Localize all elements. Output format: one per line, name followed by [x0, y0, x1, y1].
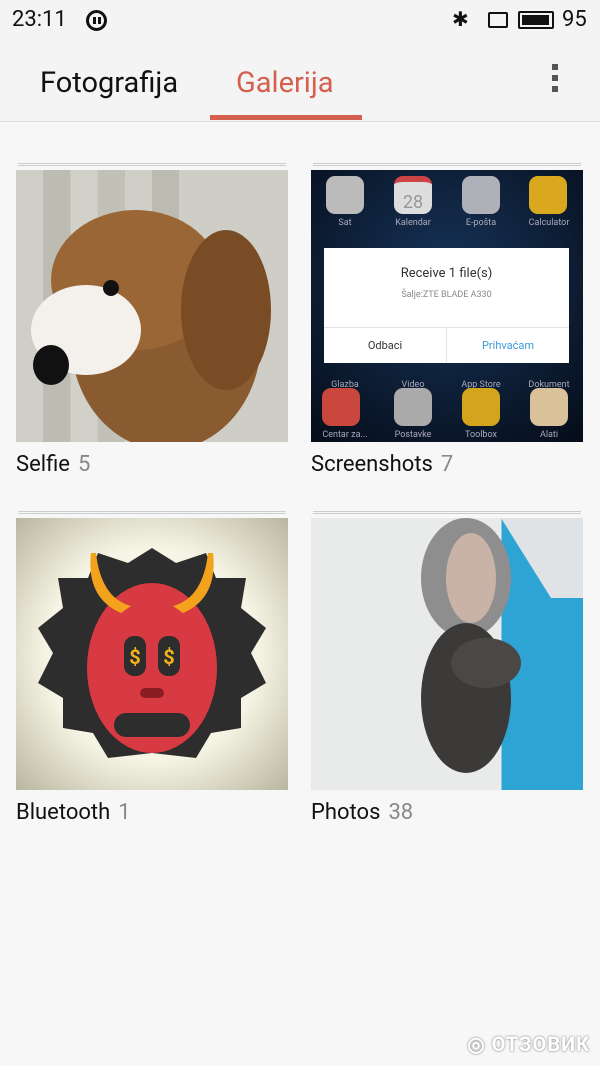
calendar-app-icon: 28 [394, 176, 432, 214]
status-bar: 23:11 ✱ 95 [0, 0, 600, 42]
active-tab-indicator [210, 115, 362, 120]
battery-icon [518, 11, 554, 29]
stack-divider [18, 163, 286, 166]
album-name: Bluetooth [16, 800, 111, 825]
album-thumbnail[interactable]: $ $ [16, 518, 288, 790]
album-count: 38 [388, 800, 414, 825]
clock-app-icon [326, 176, 364, 214]
album-name: Screenshots [311, 452, 433, 477]
svg-text:$: $ [129, 645, 140, 669]
album-screenshots[interactable]: Sat 28 Kalendar E-pošta Calculator Glazba… [311, 163, 583, 477]
album-bluetooth[interactable]: $ $ Bluetooth 1 [16, 511, 288, 825]
battery-level: 95 [562, 7, 587, 32]
album-name: Photos [311, 800, 381, 825]
album-thumbnail[interactable] [311, 518, 583, 790]
album-selfie[interactable]: Selfie 5 [16, 163, 288, 477]
sim-icon [488, 12, 508, 28]
tab-fotografija[interactable]: Fotografija [40, 66, 178, 100]
album-count: 7 [440, 452, 454, 477]
heart-app-icon [322, 388, 361, 426]
album-thumbnail[interactable]: Sat 28 Kalendar E-pošta Calculator Glazba… [311, 170, 583, 442]
devil-mask-image: $ $ [38, 548, 266, 758]
album-count: 1 [118, 800, 131, 825]
album-count: 5 [77, 452, 91, 477]
toolbox-app-icon [462, 388, 500, 426]
svg-text:$: $ [163, 645, 174, 669]
watermark-logo: ◎ ОТЗОВИК [467, 1032, 590, 1056]
album-thumbnail[interactable] [16, 170, 288, 442]
bluetooth-icon: ✱ [452, 7, 469, 31]
plush-dog-image [31, 210, 271, 442]
receive-dialog: Receive 1 file(s) Šalje:ZTE BLADE A330 O… [324, 248, 569, 363]
stack-divider [18, 511, 286, 514]
stack-divider [313, 511, 581, 514]
folder-app-icon [530, 388, 568, 426]
tab-galerija[interactable]: Galerija [236, 66, 334, 100]
pause-icon [86, 10, 107, 31]
clock: 23:11 [12, 7, 67, 32]
app-bar: Fotografija Galerija [0, 42, 600, 122]
album-photos[interactable]: Photos 38 [311, 511, 583, 825]
plush-mouse-image [421, 518, 583, 773]
more-options-icon[interactable] [548, 64, 562, 100]
settings-app-icon [394, 388, 432, 426]
stack-divider [313, 163, 581, 166]
email-app-icon [462, 176, 500, 214]
album-name: Selfie [16, 452, 70, 477]
calculator-app-icon [528, 176, 567, 214]
